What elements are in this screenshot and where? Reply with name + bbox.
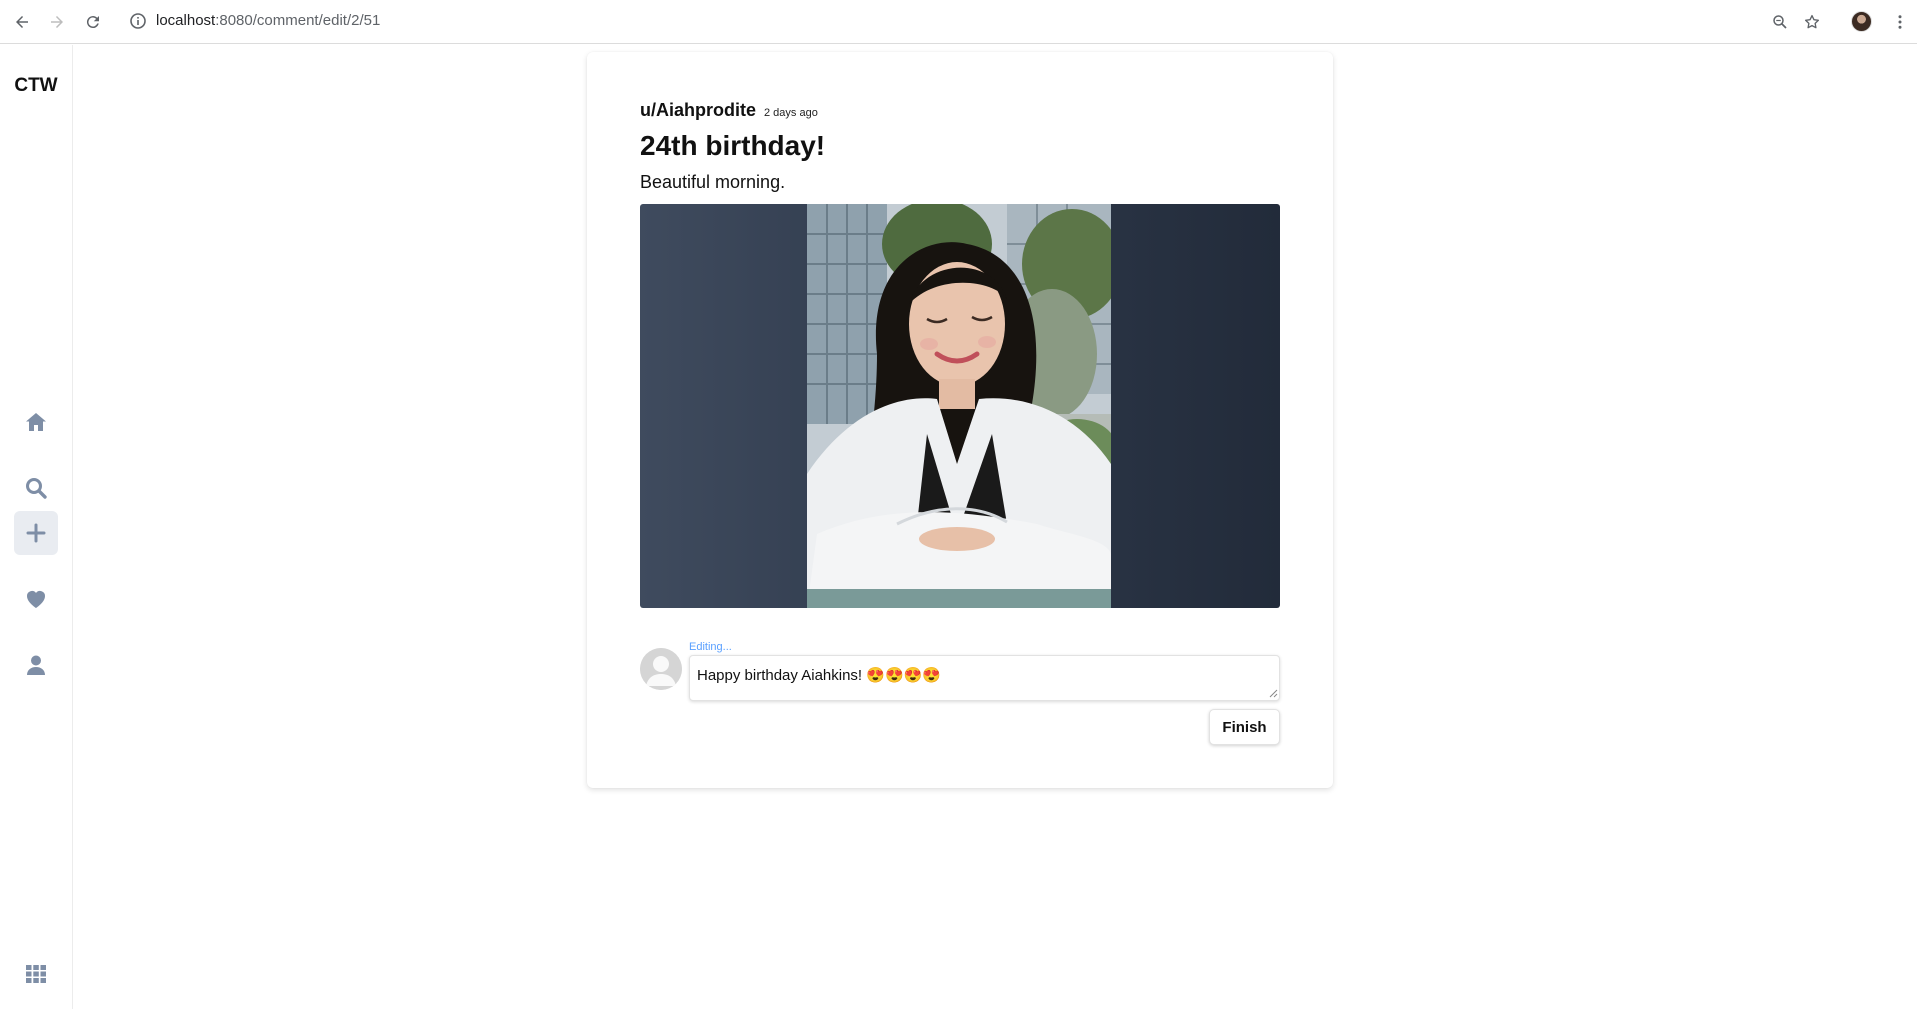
nav-search[interactable] [14,466,58,510]
search-icon [26,478,47,499]
bookmark-star-icon[interactable] [1800,10,1824,34]
app-logo[interactable]: CTW [0,75,72,97]
back-icon[interactable] [10,10,34,34]
post-card: u/Aiahprodite 2 days ago 24th birthday! … [587,52,1333,788]
heart-icon [27,591,45,608]
zoom-icon[interactable] [1768,10,1792,34]
browser-menu-icon[interactable] [1888,10,1912,34]
grid-icon [26,965,46,983]
post-meta: u/Aiahprodite 2 days ago [640,100,818,121]
address-bar[interactable]: localhost:8080/comment/edit/2/51 [156,11,380,31]
post-username[interactable]: u/Aiahprodite [640,100,756,121]
editing-status: Editing... [689,641,732,653]
site-info-icon[interactable] [128,11,148,31]
post-title: 24th birthday! [640,130,826,161]
nav-apps[interactable] [14,952,58,996]
nav-likes[interactable] [14,577,58,621]
user-icon [27,655,45,675]
reload-icon[interactable] [81,10,105,34]
url-path: :8080/comment/edit/2/51 [215,12,381,29]
comment-input[interactable]: Happy birthday Aiahkins! 😍😍😍😍 [689,655,1280,701]
forward-icon[interactable] [45,10,69,34]
avatar [640,648,682,690]
nav-home[interactable] [14,400,58,444]
finish-button[interactable]: Finish [1209,709,1280,745]
nav-create[interactable] [14,511,58,555]
nav-profile[interactable] [14,643,58,687]
sidebar: CTW [0,45,73,1009]
url-host: localhost [156,12,216,29]
post-body: Beautiful morning. [640,172,786,192]
post-image-frame [640,204,1280,608]
plus-icon [26,523,46,543]
browser-toolbar: localhost:8080/comment/edit/2/51 [0,0,1917,44]
home-icon [26,413,46,431]
resize-handle-icon[interactable] [1268,688,1278,698]
browser-profile-avatar[interactable] [1851,11,1872,32]
post-photo [807,204,1111,608]
post-timestamp: 2 days ago [764,107,818,119]
